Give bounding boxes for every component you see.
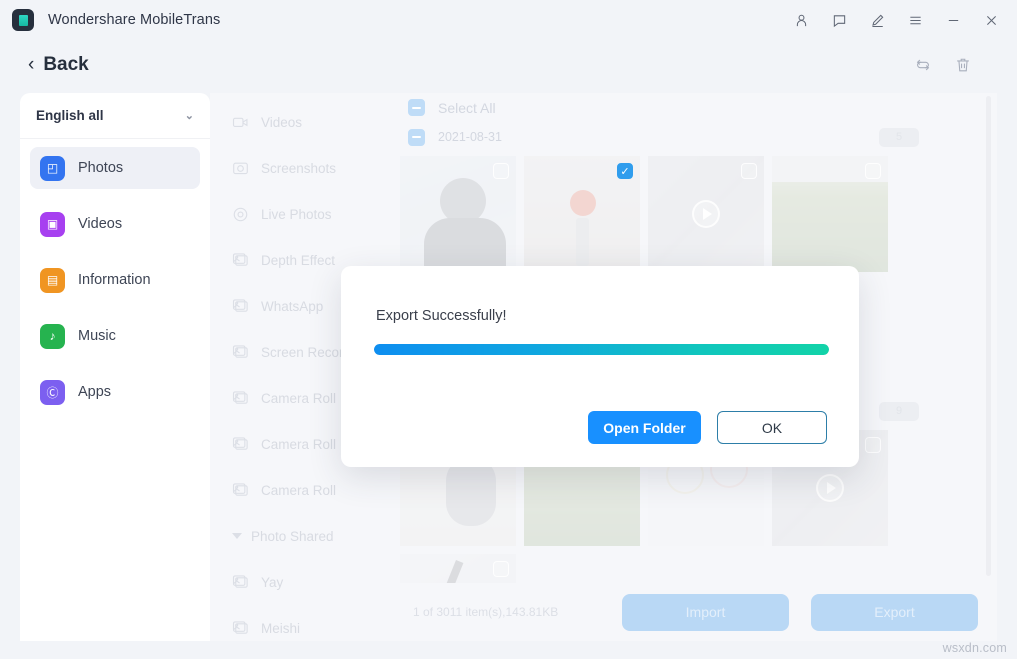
- dialog-title: Export Successfully!: [376, 308, 507, 324]
- export-success-dialog: Export Successfully! Open Folder OK: [341, 266, 859, 467]
- progress-bar-fill: [374, 344, 829, 355]
- watermark: wsxdn.com: [943, 641, 1007, 655]
- mobiletrans-window: Wondershare MobileTrans: [0, 0, 1017, 659]
- dialog-actions: Open Folder OK: [588, 411, 827, 444]
- progress-bar: [374, 344, 829, 355]
- ok-button[interactable]: OK: [717, 411, 827, 444]
- open-folder-button[interactable]: Open Folder: [588, 411, 701, 444]
